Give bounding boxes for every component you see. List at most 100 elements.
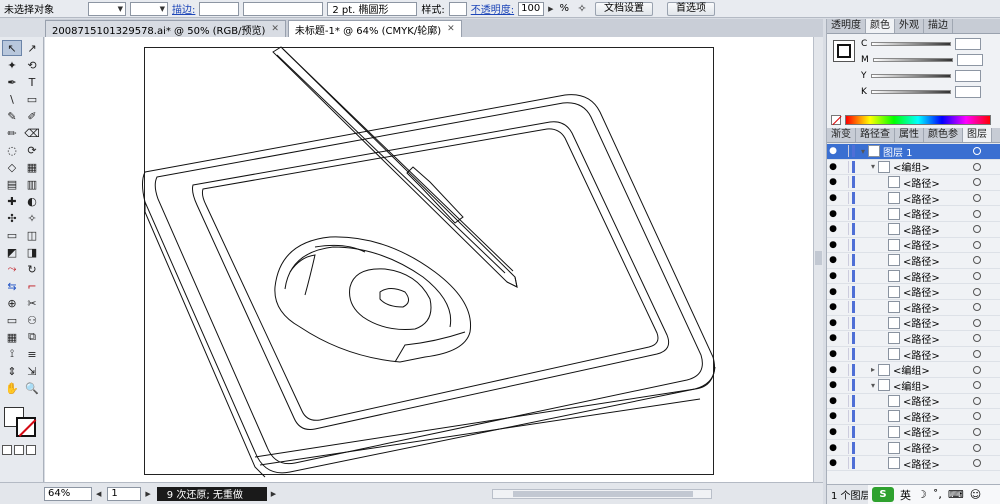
target-circle-icon[interactable]: [973, 225, 981, 234]
visibility-eye-icon[interactable]: ●: [827, 411, 839, 421]
lock-toggle[interactable]: [839, 270, 849, 283]
target-circle-icon[interactable]: [973, 194, 981, 203]
variable-width-dropdown[interactable]: [243, 1, 324, 16]
layer-item-row[interactable]: ● ▸ <编组>: [827, 362, 1000, 378]
target-circle-icon[interactable]: [973, 287, 981, 296]
channel-m-slider[interactable]: [872, 58, 953, 62]
none-color-swatch[interactable]: [831, 115, 841, 125]
target-circle-icon[interactable]: [973, 318, 981, 327]
lock-toggle[interactable]: [839, 160, 849, 173]
disclosure-triangle-icon[interactable]: ▾: [858, 147, 868, 156]
column-graph-icon[interactable]: ◫: [22, 227, 42, 243]
artboard-number-input[interactable]: 1: [107, 486, 142, 501]
horizontal-scrollbar[interactable]: [492, 488, 713, 499]
pencil-icon[interactable]: ✐: [22, 108, 42, 124]
scissors-icon[interactable]: ✂: [22, 295, 42, 311]
artboard-icon[interactable]: ◩: [2, 244, 22, 260]
stack-icon[interactable]: ≡: [22, 346, 42, 362]
moon-icon[interactable]: ☽: [917, 488, 927, 501]
color-mode-button[interactable]: [2, 445, 12, 455]
selection-icon[interactable]: ↖: [2, 40, 22, 56]
lock-toggle[interactable]: [839, 332, 849, 345]
rectangle-icon[interactable]: ▭: [22, 91, 42, 107]
measure-icon[interactable]: ⚇: [22, 312, 42, 328]
eraser-icon[interactable]: ⌫: [22, 125, 42, 141]
layer-item-row[interactable]: ● <路径>: [827, 347, 1000, 363]
tab-document-1[interactable]: 20087151013295​78.ai* @ 50% (RGB/预览) ✕: [45, 20, 286, 37]
magic-wand-icon[interactable]: ✦: [2, 57, 22, 73]
chart-icon[interactable]: ▦: [2, 329, 22, 345]
lock-toggle[interactable]: [839, 301, 849, 314]
channel-k-input[interactable]: [954, 86, 981, 98]
layer-item-row[interactable]: ● <路径>: [827, 269, 1000, 285]
blend-icon[interactable]: ✧: [22, 210, 42, 226]
previous-artboard-icon[interactable]: ◀: [96, 490, 103, 498]
symbol-sprayer-icon[interactable]: ▭: [2, 227, 22, 243]
target-circle-icon[interactable]: [973, 459, 981, 468]
target-circle-icon[interactable]: [973, 412, 981, 421]
blob-brush-icon[interactable]: ✏: [2, 125, 22, 141]
lock-toggle[interactable]: [839, 254, 849, 267]
layer-item-row[interactable]: ● <路径>: [827, 253, 1000, 269]
lock-toggle[interactable]: [839, 441, 849, 454]
preferences-button[interactable]: 首选项: [667, 1, 716, 16]
fill-stroke-control[interactable]: [2, 405, 42, 441]
align-icon[interactable]: ⇕: [2, 363, 22, 379]
close-icon[interactable]: ✕: [447, 24, 455, 34]
document-setup-button[interactable]: 文档设置: [595, 1, 654, 16]
visibility-eye-icon[interactable]: ●: [827, 162, 839, 172]
recolor-icon[interactable]: ✧: [573, 1, 591, 17]
layer-item-row[interactable]: ● <路径>: [827, 191, 1000, 207]
twirl-icon[interactable]: ↻: [22, 261, 42, 277]
visibility-eye-icon[interactable]: ●: [827, 333, 839, 343]
stroke-label-link[interactable]: 描边:: [172, 1, 195, 16]
visibility-eye-icon[interactable]: ●: [827, 271, 839, 281]
lock-toggle[interactable]: [839, 394, 849, 407]
stroke-swatch[interactable]: [16, 417, 36, 437]
brush-definition-dropdown[interactable]: 2 pt. 椭圆形: [327, 1, 418, 16]
stroke-swatch-dropdown[interactable]: ▼: [130, 1, 168, 16]
width-icon[interactable]: ◇: [2, 159, 22, 175]
visibility-eye-icon[interactable]: ●: [827, 240, 839, 250]
line-segment-icon[interactable]: \: [2, 91, 22, 107]
slice-icon[interactable]: ◨: [22, 244, 42, 260]
layer-item-row[interactable]: ● <路径>: [827, 222, 1000, 238]
gradient-mode-button[interactable]: [14, 445, 24, 455]
visibility-eye-icon[interactable]: ●: [827, 224, 839, 234]
color-spectrum[interactable]: [845, 115, 991, 125]
channel-c-input[interactable]: [955, 38, 982, 50]
visibility-eye-icon[interactable]: ●: [827, 209, 839, 219]
type-icon[interactable]: T: [22, 74, 42, 90]
style-dropdown[interactable]: [448, 1, 467, 16]
visibility-eye-icon[interactable]: ●: [827, 396, 839, 406]
scroll-thumb[interactable]: [815, 251, 822, 265]
tab-document-2[interactable]: 未标题-1* @ 64% (CMYK/轮廓) ✕: [287, 20, 462, 37]
layer-item-row[interactable]: ● <路径>: [827, 284, 1000, 300]
lasso-icon[interactable]: ⟲: [22, 57, 42, 73]
stroke-swatch-panel[interactable]: [837, 44, 851, 58]
opacity-label-link[interactable]: 不透明度:: [471, 1, 514, 16]
chevron-right-icon[interactable]: ▶: [548, 5, 555, 13]
tab-appearance[interactable]: 外观: [895, 19, 924, 33]
opacity-input[interactable]: 100: [518, 1, 545, 16]
disclosure-triangle-icon[interactable]: ▸: [868, 365, 878, 374]
tab-layers[interactable]: 图层: [963, 128, 992, 142]
lock-toggle[interactable]: [839, 176, 849, 189]
layer-row[interactable]: ● ▾ 图层 1: [827, 144, 1000, 160]
target-circle-icon[interactable]: [973, 334, 981, 343]
target-circle-icon[interactable]: [973, 350, 981, 359]
visibility-eye-icon[interactable]: ●: [827, 255, 839, 265]
visibility-eye-icon[interactable]: ●: [827, 146, 839, 156]
close-icon[interactable]: ✕: [271, 24, 279, 34]
target-circle-icon[interactable]: [973, 240, 981, 249]
move-icon[interactable]: ⇲: [22, 363, 42, 379]
gradient-icon[interactable]: ◐: [22, 193, 42, 209]
channel-k-slider[interactable]: [870, 90, 951, 94]
paintbrush-icon[interactable]: ✎: [2, 108, 22, 124]
bloat-icon[interactable]: ⌐: [22, 278, 42, 294]
zoom-dropdown[interactable]: 64%: [44, 486, 92, 501]
tab-pathfinder[interactable]: 路径查: [856, 128, 895, 142]
tab-color-guide[interactable]: 颜色参: [924, 128, 963, 142]
layer-item-row[interactable]: ● ▾ <编组>: [827, 378, 1000, 394]
layer-item-row[interactable]: ● <路径>: [827, 331, 1000, 347]
